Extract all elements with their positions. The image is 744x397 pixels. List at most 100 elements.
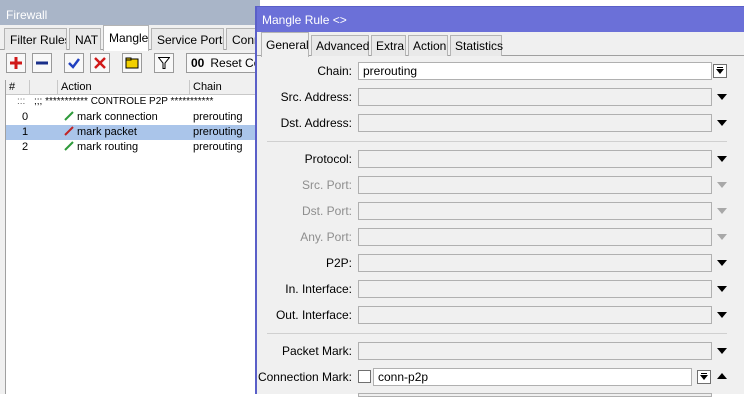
in-interface-label: In. Interface: (285, 282, 352, 296)
row-chain: prerouting (193, 126, 243, 138)
mangle-rule-dialog: Mangle Rule <> General Advanced Extra Ac… (255, 6, 744, 397)
row-action: mark packet (77, 126, 137, 138)
any-port-label: Any. Port: (300, 230, 352, 244)
tab-action[interactable]: Action (408, 35, 448, 56)
divider (267, 141, 727, 142)
dst-port-label: Dst. Port: (301, 204, 352, 218)
note-icon (125, 57, 139, 69)
tab-filter-rules[interactable]: Filter Rules (4, 28, 67, 50)
tab-general[interactable]: General (261, 32, 309, 57)
any-port-field (358, 228, 712, 246)
protocol-row: Protocol: (257, 150, 744, 170)
src-port-expand-icon (717, 182, 727, 188)
reset-counters-button[interactable]: 00 Reset Cou (186, 53, 266, 73)
any-port-expand-icon (717, 234, 727, 240)
pencil-icon (64, 141, 74, 151)
chain-field[interactable]: prerouting (358, 62, 712, 80)
table-header: # Action Chain (6, 80, 261, 95)
plus-icon (10, 57, 22, 69)
column-header-chain[interactable]: Chain (190, 80, 261, 95)
packet-mark-field[interactable] (358, 342, 712, 360)
packet-mark-label: Packet Mark: (281, 344, 352, 358)
out-interface-label: Out. Interface: (275, 308, 352, 322)
chain-dropdown-button[interactable] (713, 64, 727, 78)
in-interface-field[interactable] (358, 280, 712, 298)
column-header-number[interactable]: # (6, 80, 30, 95)
src-address-field[interactable] (358, 88, 712, 106)
out-interface-row: Out. Interface: (257, 306, 744, 326)
comment-button[interactable] (122, 53, 142, 73)
out-interface-field[interactable] (358, 306, 712, 324)
check-icon (68, 58, 80, 69)
row-number: 2 (22, 141, 29, 153)
tab-extra[interactable]: Extra (371, 35, 406, 56)
row-number: 0 (22, 111, 29, 123)
src-address-label: Src. Address: (280, 90, 352, 104)
src-address-expand-icon[interactable] (717, 94, 727, 100)
column-header-flags[interactable] (30, 80, 58, 95)
src-port-field (358, 176, 712, 194)
row-number: 1 (22, 126, 29, 138)
connection-mark-row: Connection Mark: conn-p2p (257, 368, 744, 388)
connection-mark-field[interactable]: conn-p2p (373, 368, 692, 386)
chain-row: Chain: prerouting (257, 62, 744, 82)
tab-statistics[interactable]: Statistics (450, 35, 503, 56)
dst-port-field (358, 202, 712, 220)
connection-mark-dropdown-button[interactable] (697, 370, 711, 384)
any-port-row: Any. Port: (257, 228, 744, 248)
p2p-row: P2P: (257, 254, 744, 274)
firewall-window: Firewall Filter Rules NAT Mangle Service… (0, 0, 266, 394)
dst-address-field[interactable] (358, 114, 712, 132)
p2p-field[interactable] (358, 254, 712, 272)
packet-mark-row: Packet Mark: (257, 342, 744, 362)
enable-button[interactable] (64, 53, 84, 73)
src-port-row: Src. Port: (257, 176, 744, 196)
row-chain: prerouting (193, 141, 243, 153)
remove-button[interactable] (32, 53, 52, 73)
table-row[interactable]: 2 mark routing prerouting (6, 140, 261, 155)
p2p-expand-icon[interactable] (717, 260, 727, 266)
connection-mark-value: conn-p2p (378, 370, 429, 384)
comment-marker: ::: (17, 96, 26, 107)
connection-mark-collapse-icon[interactable] (717, 373, 727, 379)
chevron-down-icon (716, 68, 724, 74)
dst-port-row: Dst. Port: (257, 202, 744, 222)
protocol-label: Protocol: (304, 152, 352, 166)
table-row-selected[interactable]: 1 mark packet prerouting (6, 125, 261, 140)
comment-row[interactable]: ::: ;;; *********** CONTROLE P2P *******… (6, 96, 261, 110)
tab-nat[interactable]: NAT (69, 28, 101, 50)
dst-address-expand-icon[interactable] (717, 120, 727, 126)
column-header-action[interactable]: Action (58, 80, 190, 95)
packet-mark-expand-icon[interactable] (717, 348, 727, 354)
comment-text: ;;; *********** CONTROLE P2P *********** (34, 96, 214, 107)
chain-label: Chain: (317, 64, 352, 78)
connection-mark-label: Connection Mark: (257, 370, 352, 384)
row-action: mark connection (77, 111, 158, 123)
add-button[interactable] (6, 53, 26, 73)
protocol-field[interactable] (358, 150, 712, 168)
in-interface-expand-icon[interactable] (717, 286, 727, 292)
row-chain: prerouting (193, 111, 243, 123)
connection-mark-negate-checkbox[interactable] (358, 370, 371, 383)
filter-button[interactable] (154, 53, 174, 73)
p2p-label: P2P: (325, 256, 352, 270)
filter-icon (158, 57, 170, 69)
row-action: mark routing (77, 141, 139, 153)
tab-service-ports[interactable]: Service Ports (151, 28, 224, 50)
table-row[interactable]: 0 mark connection prerouting (6, 110, 261, 125)
protocol-expand-icon[interactable] (717, 156, 727, 162)
dialog-title: Mangle Rule <> (257, 7, 744, 32)
src-port-label: Src. Port: (301, 178, 352, 192)
tab-mangle[interactable]: Mangle (103, 25, 149, 51)
firewall-tabs: Filter Rules NAT Mangle Service Ports Co… (0, 25, 260, 51)
divider (267, 333, 727, 334)
disable-button[interactable] (90, 53, 110, 73)
chevron-down-icon (700, 374, 708, 380)
src-address-row: Src. Address: (257, 88, 744, 108)
minus-icon (36, 61, 48, 65)
tab-advanced[interactable]: Advanced (311, 35, 369, 56)
reset-counter-icon: 00 (191, 56, 205, 70)
out-interface-expand-icon[interactable] (717, 312, 727, 318)
x-icon (94, 57, 106, 69)
dst-port-expand-icon (717, 208, 727, 214)
